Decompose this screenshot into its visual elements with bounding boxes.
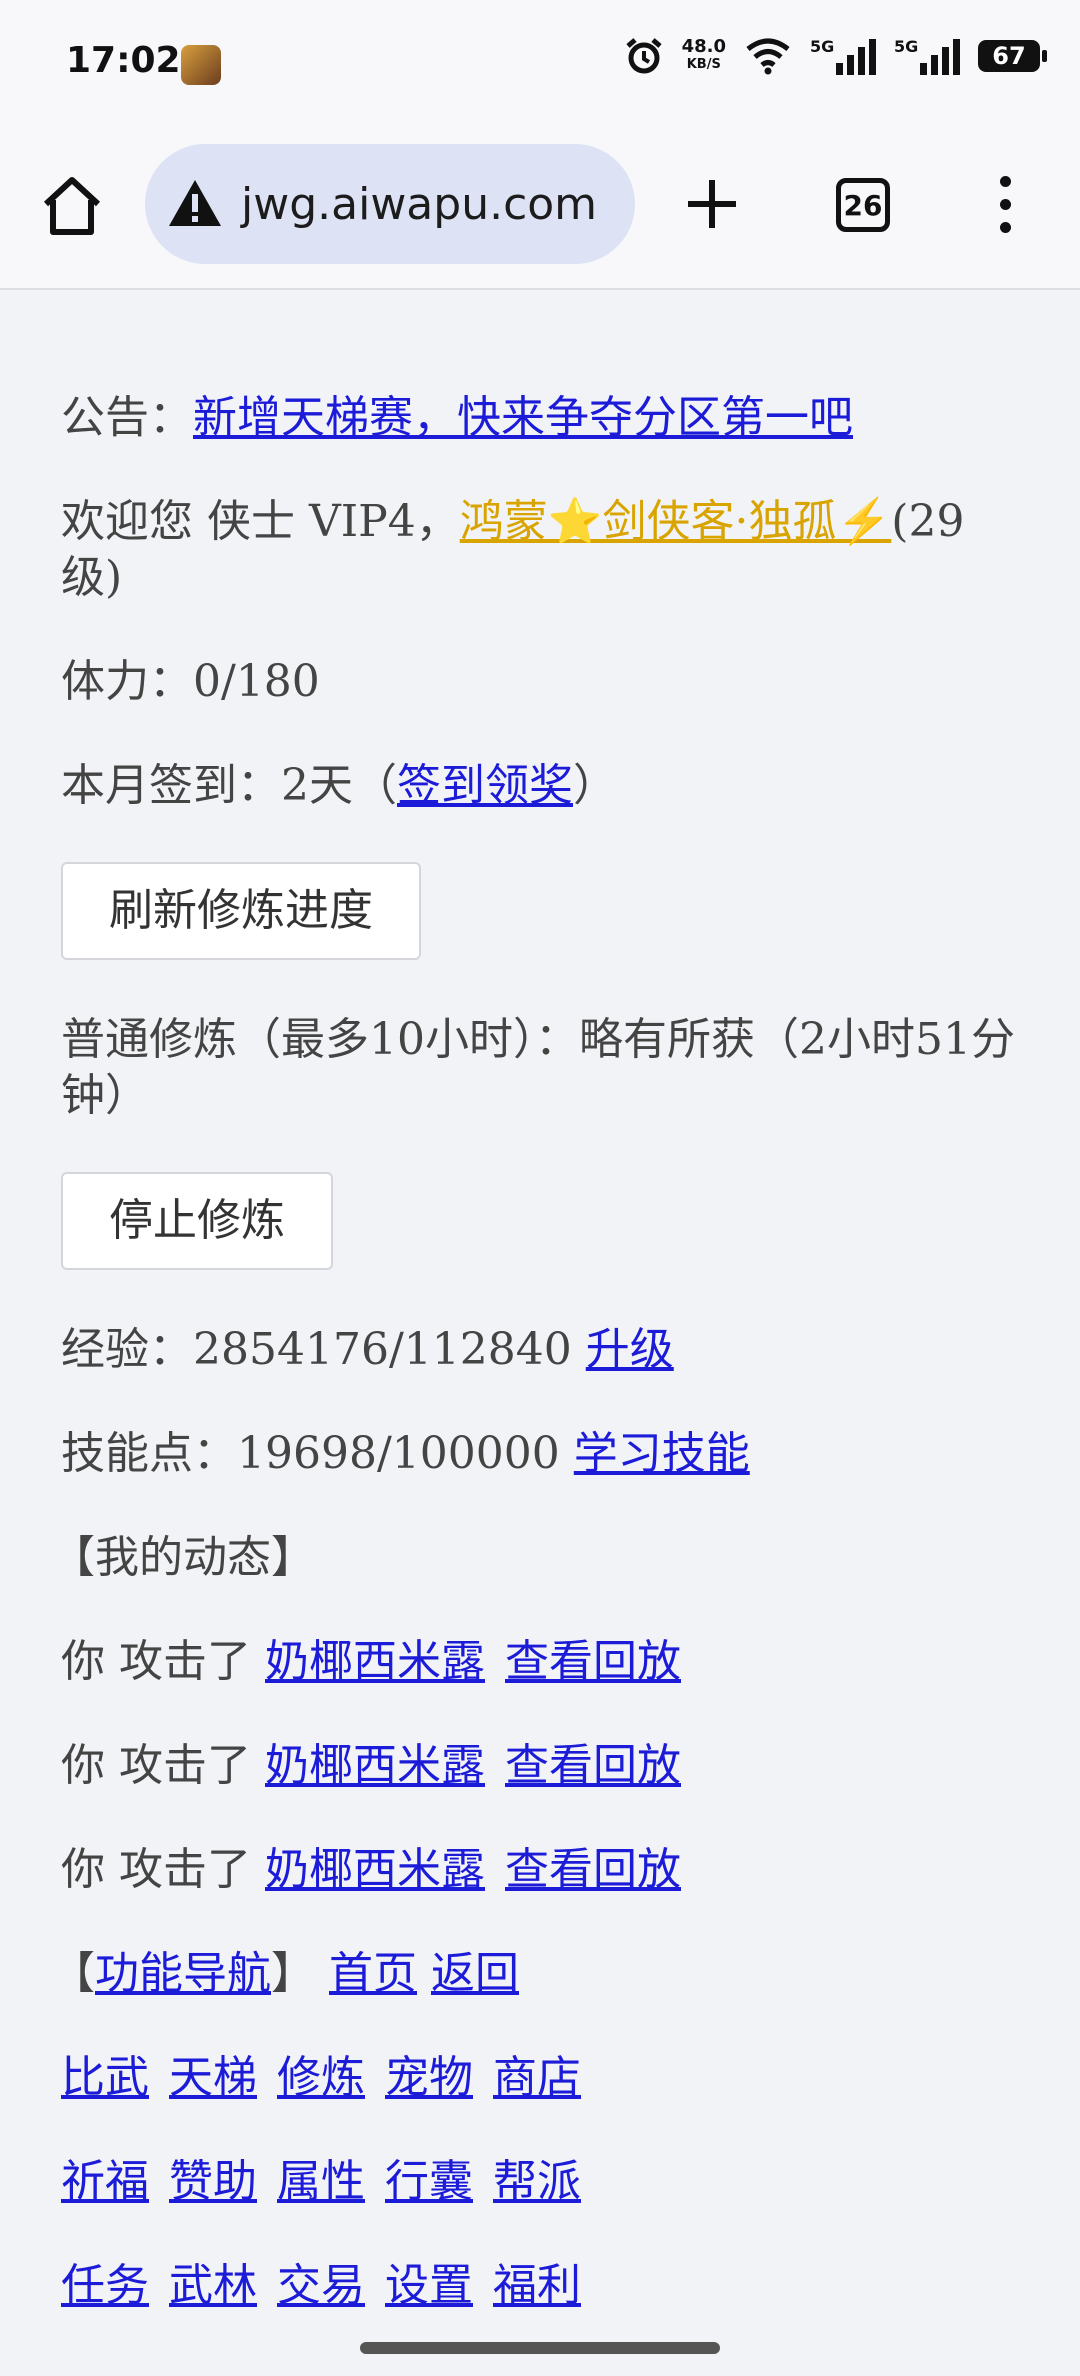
nav-link-settings[interactable]: 设置 xyxy=(385,2260,473,2311)
nav-row-1: 比武 天梯 修炼 宠物 商店 xyxy=(61,2050,1021,2106)
cultivation-status: 普通修炼（最多10小时）：略有所获（2小时51分钟） xyxy=(61,1014,1015,1121)
nav-link-cultivate[interactable]: 修炼 xyxy=(277,2052,365,2103)
nav-link-guild[interactable]: 帮派 xyxy=(493,2156,581,2207)
dynamic-item: 你 攻击了 奶椰西米露 查看回放 xyxy=(61,1740,681,1791)
levelup-link[interactable]: 升级 xyxy=(586,1324,674,1375)
learn-skill-link[interactable]: 学习技能 xyxy=(574,1428,750,1479)
not-secure-warning-icon[interactable] xyxy=(167,176,223,232)
target-player-link[interactable]: 奶椰西米露 xyxy=(265,1844,485,1895)
target-player-link[interactable]: 奶椰西米露 xyxy=(265,1636,485,1687)
skill-points-line: 技能点：19698/100000 学习技能 xyxy=(61,1428,750,1479)
more-menu-icon[interactable] xyxy=(996,176,1014,236)
nav-back-link[interactable]: 返回 xyxy=(431,1948,519,1999)
network-speed: 48.0 KB/S xyxy=(681,36,726,73)
home-icon[interactable] xyxy=(38,172,106,240)
nav-home-link[interactable]: 首页 xyxy=(329,1948,417,1999)
checkin-line: 本月签到：2天（签到领奖） xyxy=(61,760,617,811)
status-bar: 17:02 48.0 KB/S 5G 5G 67 xyxy=(0,0,1080,128)
dynamic-item: 你 攻击了 奶椰西米露 查看回放 xyxy=(61,1636,681,1687)
new-tab-icon[interactable] xyxy=(686,178,738,230)
clock: 17:02 xyxy=(66,40,181,81)
nav-link-ladder[interactable]: 天梯 xyxy=(169,2052,257,2103)
nav-link-pet[interactable]: 宠物 xyxy=(385,2052,473,2103)
alarm-icon xyxy=(625,38,662,74)
nav-link-quest[interactable]: 任务 xyxy=(61,2260,149,2311)
dynamics-header: 【我的动态】 xyxy=(51,1532,315,1583)
view-replay-link[interactable]: 查看回放 xyxy=(505,1636,681,1687)
function-nav-link[interactable]: 功能导航 xyxy=(95,1948,271,1999)
address-bar[interactable]: jwg.aiwapu.com xyxy=(145,144,635,264)
welcome-line: 欢迎您 侠士 VIP4，鸿蒙⭐剑侠客·独孤⚡(29级) xyxy=(61,496,965,603)
nav-link-wulin[interactable]: 武林 xyxy=(169,2260,257,2311)
cell-signal-2-icon: 5G xyxy=(894,37,960,75)
checkin-reward-link[interactable]: 签到领奖 xyxy=(397,760,573,811)
target-player-link[interactable]: 奶椰西米露 xyxy=(265,1740,485,1791)
url-text[interactable]: jwg.aiwapu.com xyxy=(241,179,597,230)
stop-cultivation-button[interactable]: 停止修炼 xyxy=(61,1172,333,1270)
nav-header-line: 【功能导航】 首页 返回 xyxy=(51,1948,519,1999)
nav-row-2: 祈福 赞助 属性 行囊 帮派 xyxy=(61,2154,1021,2210)
dynamic-item: 你 攻击了 奶椰西米露 查看回放 xyxy=(61,1844,681,1895)
gesture-home-indicator[interactable] xyxy=(360,2342,720,2354)
status-icons: 48.0 KB/S 5G 5G 67 xyxy=(624,36,1047,76)
stamina-line: 体力：0/180 xyxy=(61,656,320,707)
player-name-link[interactable]: 鸿蒙⭐剑侠客·独孤⚡ xyxy=(460,496,892,547)
refresh-cultivation-button[interactable]: 刷新修炼进度 xyxy=(61,862,421,960)
nav-link-shop[interactable]: 商店 xyxy=(493,2052,581,2103)
view-replay-link[interactable]: 查看回放 xyxy=(505,1844,681,1895)
view-replay-link[interactable]: 查看回放 xyxy=(505,1740,681,1791)
exp-line: 经验：2854176/112840 升级 xyxy=(61,1324,674,1375)
nav-link-trade[interactable]: 交易 xyxy=(277,2260,365,2311)
notice-link[interactable]: 新增天梯赛，快来争夺分区第一吧 xyxy=(193,392,853,443)
page-content: 公告：新增天梯赛，快来争夺分区第一吧 欢迎您 侠士 VIP4，鸿蒙⭐剑侠客·独孤… xyxy=(51,390,1021,2314)
cell-signal-1-icon: 5G xyxy=(810,37,876,75)
nav-link-duel[interactable]: 比武 xyxy=(61,2052,149,2103)
battery-icon: 67 xyxy=(978,40,1047,72)
wifi-icon xyxy=(746,38,790,75)
game-app-icon xyxy=(181,45,221,85)
nav-link-attributes[interactable]: 属性 xyxy=(277,2156,365,2207)
nav-link-pray[interactable]: 祈福 xyxy=(61,2156,149,2207)
nav-link-bag[interactable]: 行囊 xyxy=(385,2156,473,2207)
notice-line: 公告：新增天梯赛，快来争夺分区第一吧 xyxy=(61,392,853,443)
nav-link-welfare[interactable]: 福利 xyxy=(493,2260,581,2311)
browser-toolbar: jwg.aiwapu.com 26 xyxy=(0,128,1080,290)
nav-link-sponsor[interactable]: 赞助 xyxy=(169,2156,257,2207)
nav-row-3: 任务 武林 交易 设置 福利 xyxy=(61,2258,1021,2314)
tab-switcher-button[interactable]: 26 xyxy=(836,178,890,232)
